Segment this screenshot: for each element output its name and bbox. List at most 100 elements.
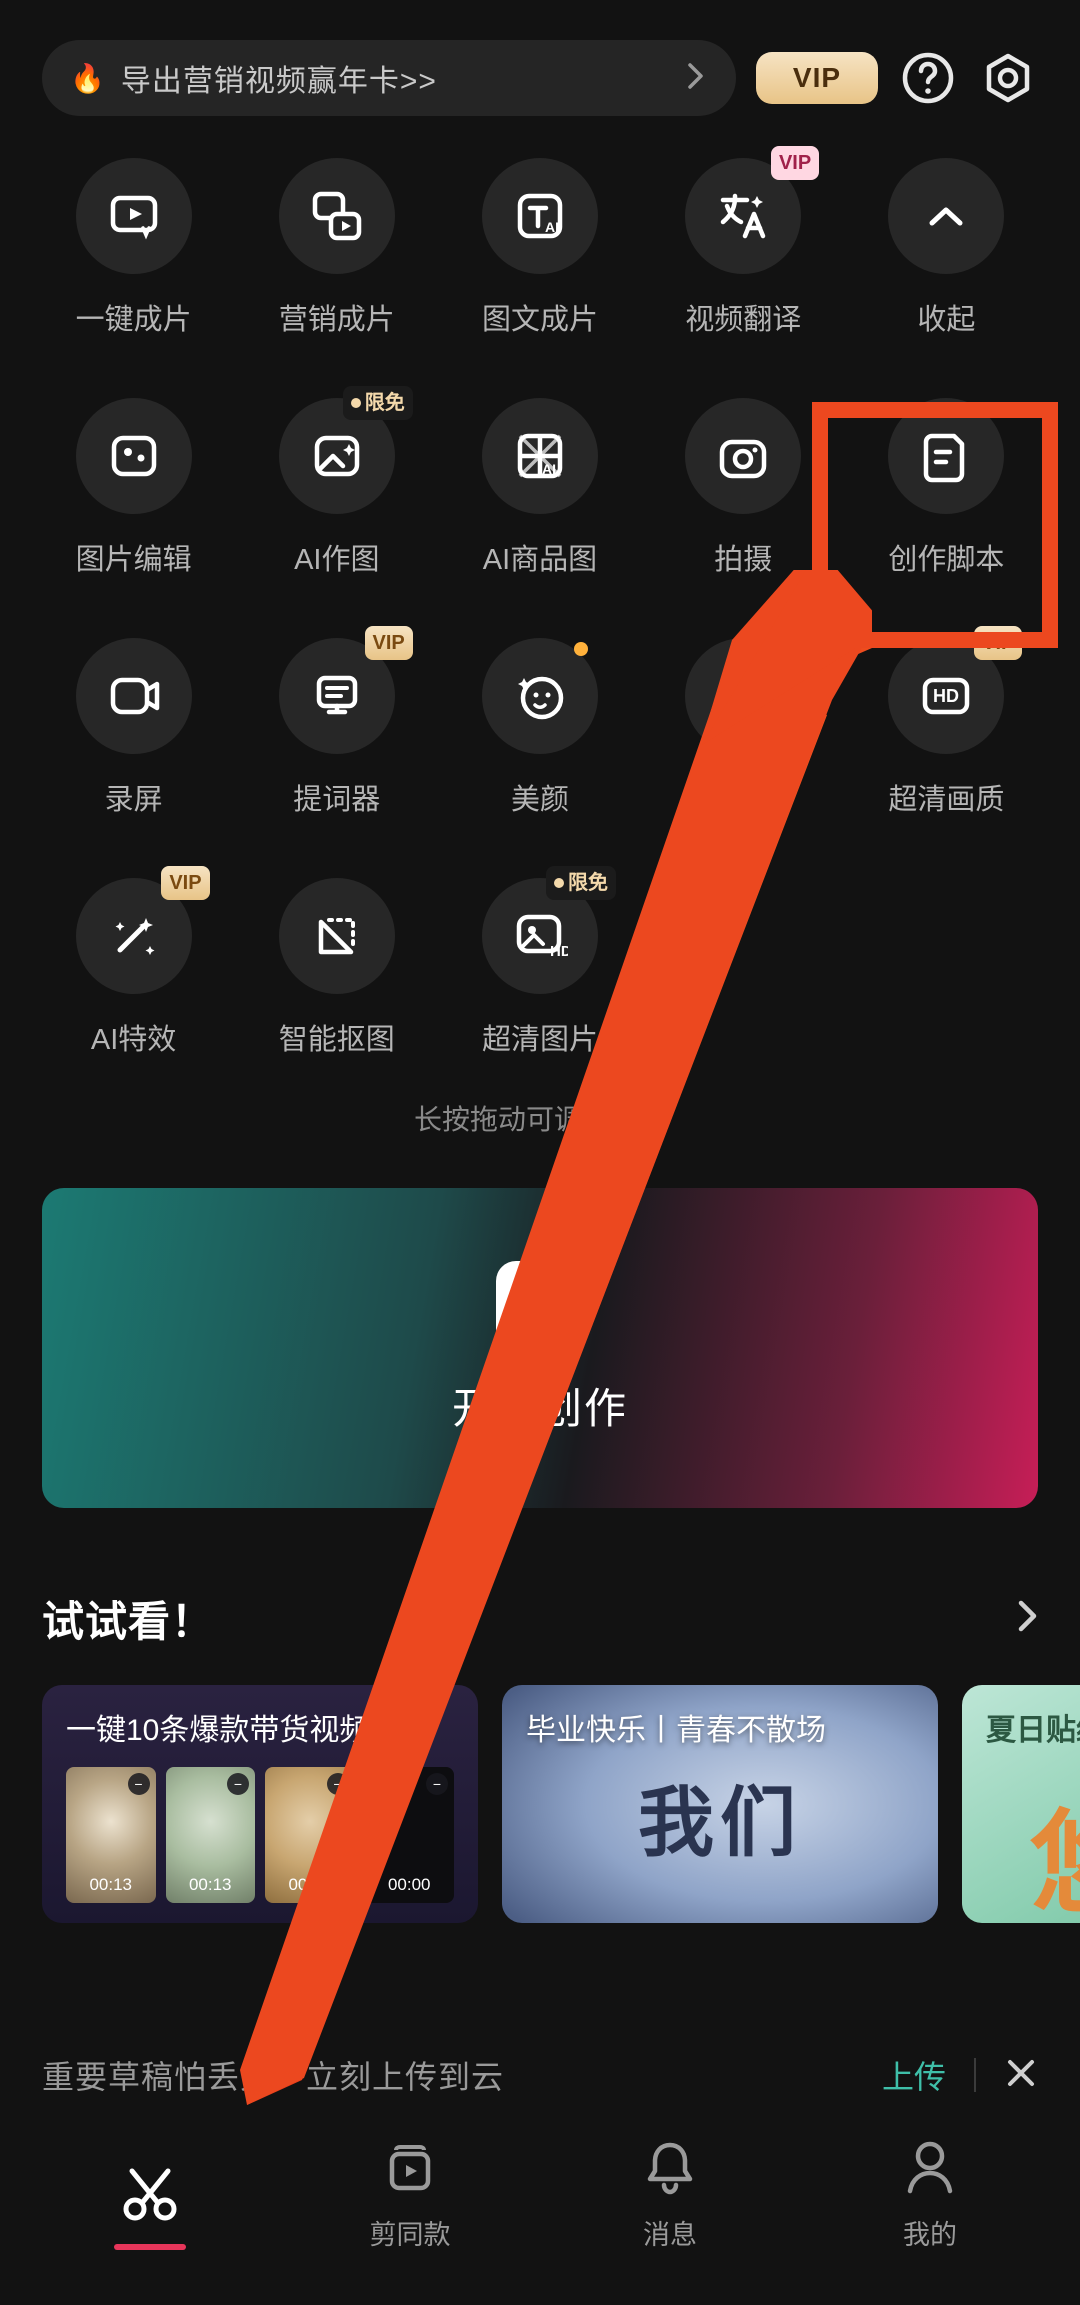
tool-label: 营销成片 [279,296,395,338]
scissors-icon [120,2160,180,2226]
nav-label: 我的 [903,2213,957,2252]
vip-badge[interactable]: VIP [756,52,878,104]
minus-icon: − [327,1773,349,1795]
template-icon [382,2135,438,2201]
nav-template[interactable]: 剪同款 [280,2135,540,2276]
tool-label: 图文成片 [482,296,598,338]
person-icon [904,2135,956,2201]
copy-play-icon [279,158,395,274]
tool-label: 收起 [917,296,975,338]
teleprompter-icon: VIP [279,638,395,754]
tool-magic-wand[interactable]: VIP AI特效 [42,878,225,1058]
tool-grid-ai[interactable]: AI AI商品图 [448,398,631,578]
tool-image-hd[interactable]: HD限免超清图片 [448,878,631,1058]
card-title: 毕业快乐丨青春不散场 [526,1705,826,1749]
svg-text:AI: AI [542,461,556,477]
minus-icon: − [128,1773,150,1795]
grid-ai-icon: AI [482,398,598,514]
fire-icon: 🔥 [70,62,105,95]
template-card[interactable]: 毕业快乐丨青春不散场 我们 [502,1685,938,1923]
tool-teleprompter[interactable]: VIP提词器 [245,638,428,818]
tool-label: 视频翻译 [685,296,801,338]
tool-label: 超清画质 [888,776,1004,818]
tool-record[interactable]: 录屏 [42,638,225,818]
image-edit-icon [76,398,192,514]
nav-bell[interactable]: 消息 [540,2135,800,2276]
tool-beauty[interactable]: 美颜 [448,638,631,818]
badge: VIP [161,866,209,900]
chevron-right-icon [686,61,704,96]
notification-dot [574,642,588,656]
tool-label: 美颜 [511,776,569,818]
upload-button[interactable]: 上传 [882,2052,946,2098]
svg-text:AI: AI [545,219,559,235]
image-sparkle-icon: 限免 [279,398,395,514]
plus-icon: + [496,1261,584,1349]
nav-scissors[interactable] [20,2160,280,2250]
tool-play-spark[interactable]: 一键成片 [42,158,225,338]
tool-label: 一拍 [714,776,772,818]
try-section-title: 试试看！ [42,1588,214,1649]
close-icon[interactable] [1004,2056,1038,2095]
svg-text:HD: HD [933,686,959,706]
tool-image-sparkle[interactable]: 限免 AI作图 [245,398,428,578]
help-icon[interactable] [898,48,958,108]
tool-label: 录屏 [105,776,163,818]
svg-text:HD: HD [550,943,568,960]
thumb: −00:13 [166,1767,256,1903]
cutout-icon [279,878,395,994]
badge: VIP [771,146,819,180]
camera-icon [685,398,801,514]
tool-label: 超清图片 [482,1016,598,1058]
hd-icon: HDVIP [888,638,1004,754]
beauty-icon [482,638,598,754]
thumb: −00:13 [265,1767,355,1903]
tool-hd[interactable]: HDVIP 超清画质 [855,638,1038,818]
thumb: −00:00 [365,1767,455,1903]
badge: 限免 [546,866,616,900]
face-icon [685,638,801,754]
tool-chevron-up[interactable]: 收起 [855,158,1038,338]
template-card[interactable]: 一键10条爆款带货视频 −00:13 −00:13 −00:13 −00:00 [42,1685,478,1923]
translate-icon: VIP [685,158,801,274]
tool-text-ai[interactable]: AI 图文成片 [448,158,631,338]
nav-person[interactable]: 我的 [800,2135,1060,2276]
promo-bar[interactable]: 🔥 导出营销视频赢年卡>> [42,40,736,116]
tool-camera[interactable]: 拍摄 [652,398,835,578]
tool-label: AI特效 [91,1016,176,1058]
bell-icon [644,2135,696,2201]
thumb: −00:13 [66,1767,156,1903]
create-banner[interactable]: + 开始创作 [42,1188,1038,1508]
tool-label: 拍摄 [714,536,772,578]
promo-text: 导出营销视频赢年卡>> [121,56,670,100]
badge: VIP [365,626,413,660]
cloud-prompt: 重要草稿怕丢失？立刻上传到云 [42,2052,504,2098]
nav-label: 消息 [643,2213,697,2252]
record-icon [76,638,192,754]
tool-translate[interactable]: VIP 视频翻译 [652,158,835,338]
card-title: 夏日贴纸 [986,1705,1080,1749]
active-indicator [114,2244,186,2250]
minus-icon: − [426,1773,448,1795]
tool-face[interactable]: 一拍 [652,638,835,818]
settings-icon[interactable] [978,48,1038,108]
text-ai-icon: AI [482,158,598,274]
chevron-up-icon [888,158,1004,274]
chevron-right-icon[interactable] [1016,1598,1038,1639]
badge: 限免 [343,386,413,420]
minus-icon: − [227,1773,249,1795]
card-art: 我们 [638,1761,802,1871]
card-art: 悠 [1030,1773,1080,1923]
tool-label: AI作图 [294,536,379,578]
tool-label: 智能抠图 [279,1016,395,1058]
tool-cutout[interactable]: 智能抠图 [245,878,428,1058]
tool-label: AI商品图 [483,536,597,578]
image-hd-icon: HD限免 [482,878,598,994]
tool-copy-play[interactable]: 营销成片 [245,158,428,338]
template-card[interactable]: 夏日贴纸 悠 [962,1685,1080,1923]
annotation-highlight [812,402,1058,648]
magic-wand-icon: VIP [76,878,192,994]
tool-image-edit[interactable]: 图片编辑 [42,398,225,578]
nav-label: 剪同款 [370,2213,451,2252]
tool-label: 图片编辑 [76,536,192,578]
